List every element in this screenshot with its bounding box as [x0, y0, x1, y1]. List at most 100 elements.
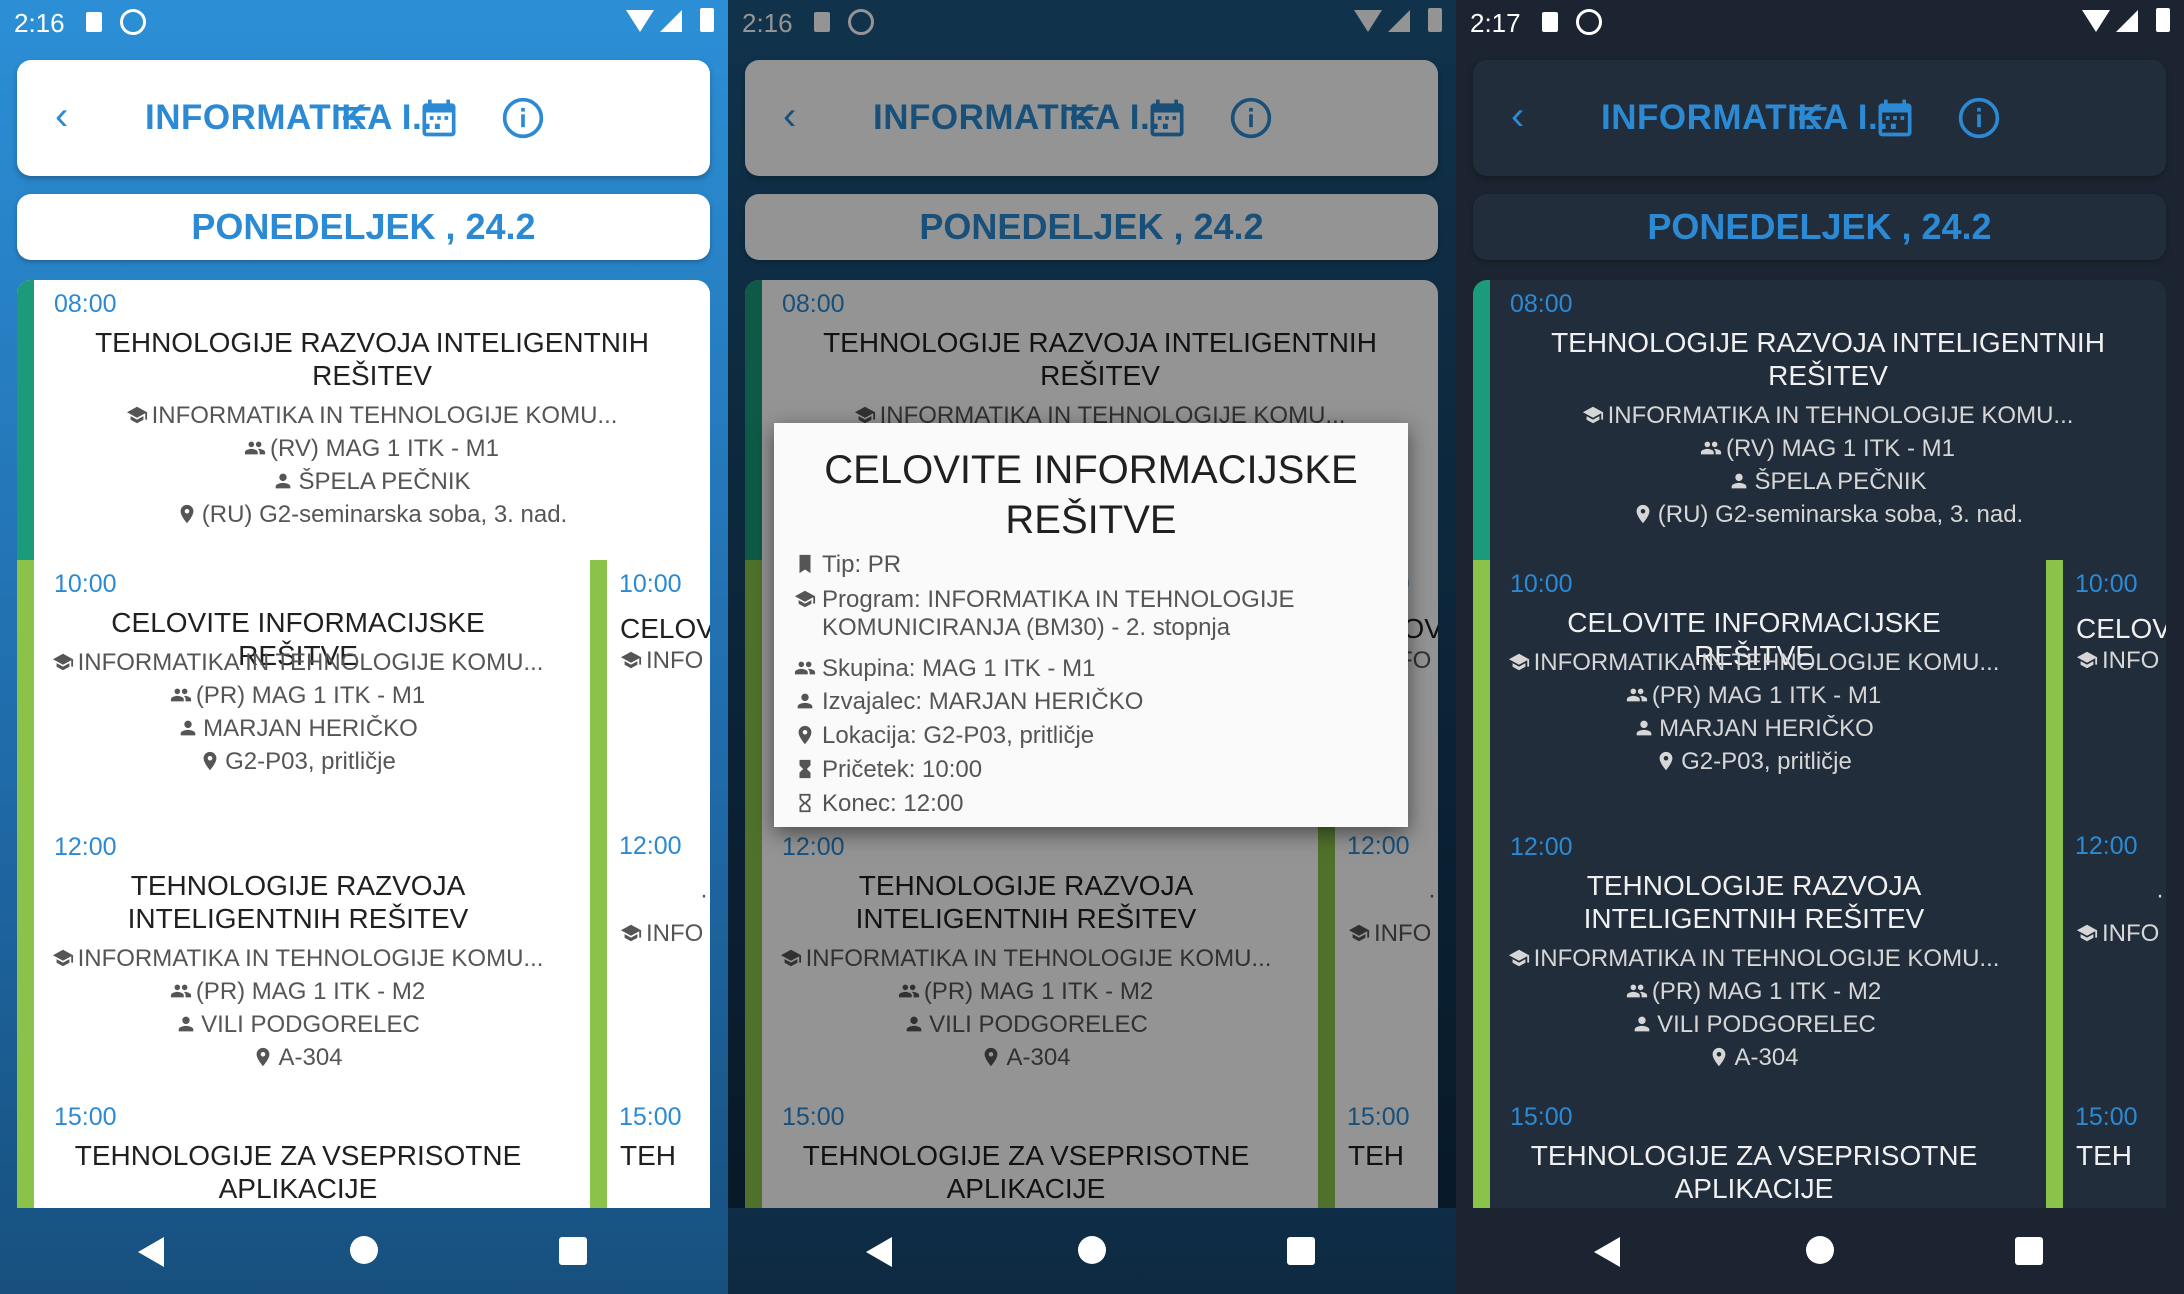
calendar-icon[interactable] — [417, 96, 461, 140]
parallel-event-text: · — [2156, 882, 2166, 910]
event-card[interactable]: 15:00 TEHNOLOGIJE ZA VSEPRISOTNE APLIKACI… — [1473, 1093, 2018, 1208]
dialog-row: Izvajalec: MARJAN HERIČKO — [794, 688, 1384, 716]
event-group: (PR) MAG 1 ITK - M1 — [1493, 682, 2014, 710]
event-time: 12:00 — [1510, 833, 1573, 861]
nav-recents-icon[interactable] — [559, 1237, 587, 1265]
filter-icon[interactable] — [1788, 96, 1832, 140]
dialog-row-text: Konec: 12:00 — [822, 790, 964, 817]
event-card[interactable]: 10:00CELOVITE INFORMACIJSKE REŠITVEINFOR… — [1473, 560, 2018, 823]
event-group-text: (PR) MAG 1 ITK - M1 — [1651, 682, 1882, 709]
graduation-cap-icon — [620, 647, 646, 674]
parallel-event-time: 15:00 — [619, 1103, 682, 1131]
nav-recents-icon[interactable] — [1287, 1237, 1315, 1265]
chevron-left-icon[interactable]: ‹ — [55, 96, 68, 136]
nav-back-icon[interactable] — [138, 1237, 164, 1267]
dialog-row: Skupina: MAG 1 ITK - M1 — [794, 655, 1384, 683]
graduation-cap-icon — [1508, 945, 1534, 972]
event-time: 10:00 — [1510, 570, 1573, 598]
event-color-bar — [1473, 1093, 1490, 1208]
event-program-text: INFORMATIKA IN TEHNOLOGIJE KOMU... — [1533, 649, 2000, 676]
parallel-event-time: 10:00 — [2075, 570, 2138, 598]
event-subject: TEHNOLOGIJE ZA VSEPRISOTNE APLIKACIJE — [1530, 1140, 1978, 1204]
dialog-row-text: Skupina: MAG 1 ITK - M1 — [822, 655, 1096, 682]
event-card[interactable]: 08:00 TEHNOLOGIJE RAZVOJA INTELIGENTNIH R… — [17, 280, 710, 560]
person-icon — [1728, 468, 1754, 495]
event-location-text: A-304 — [278, 1044, 343, 1071]
parallel-event-text: INFO — [2076, 920, 2166, 948]
info-icon[interactable] — [1957, 96, 2001, 140]
nav-home-icon[interactable] — [350, 1236, 378, 1264]
event-color-bar — [590, 560, 607, 1208]
graduation-cap-icon — [52, 945, 78, 972]
event-group: (RV) MAG 1 ITK - M1 — [37, 435, 706, 463]
event-card[interactable]: 10:00CELOVITE INFORMACIJSKE REŠITVEINFOR… — [17, 560, 562, 823]
sd-card-icon — [86, 12, 102, 32]
event-color-bar — [17, 280, 34, 560]
person-icon — [175, 1011, 201, 1038]
person-icon — [1631, 1011, 1657, 1038]
event-time: 08:00 — [1510, 290, 1573, 318]
event-card[interactable]: 15:00 TEHNOLOGIJE ZA VSEPRISOTNE APLIKACI… — [17, 1093, 562, 1208]
nav-back-icon[interactable] — [866, 1237, 892, 1267]
event-time: 15:00 — [54, 1103, 117, 1131]
day-header[interactable]: PONEDELJEK , 24.2 — [17, 194, 710, 260]
wifi-icon — [2082, 10, 2110, 32]
parallel-event-text-value: TEH — [2076, 1140, 2132, 1171]
event-location: G2-P03, pritličje — [37, 748, 558, 776]
nav-back-icon[interactable] — [1594, 1237, 1620, 1267]
event-subject: TEHNOLOGIJE RAZVOJA INTELIGENTNIH REŠITE… — [1551, 327, 2105, 391]
event-program-text: INFORMATIKA IN TEHNOLOGIJE KOMU... — [1607, 402, 2074, 429]
event-group-text: (PR) MAG 1 ITK - M2 — [1651, 978, 1882, 1005]
parallel-event-text: CELOV — [620, 612, 710, 645]
parallel-event-text: TEH — [2076, 1139, 2166, 1172]
event-color-bar — [1473, 280, 1490, 560]
chevron-left-icon[interactable]: ‹ — [1511, 96, 1524, 136]
parallel-event-text-value: INFO — [2102, 920, 2160, 947]
event-lecturer: VILI PODGORELEC — [1493, 1011, 2014, 1039]
parallel-event-column[interactable]: 10:00 12:00 15:00 CELOV INFO INFO TEH · — [590, 560, 710, 1208]
event-card[interactable]: 12:00 TEHNOLOGIJE RAZVOJA INTELIGENTNIH R… — [17, 823, 562, 1093]
event-location: A-304 — [1493, 1044, 2014, 1072]
nav-home-icon[interactable] — [1806, 1236, 1834, 1264]
parallel-event-text: TEH — [620, 1139, 710, 1172]
event-lecturer-text: VILI PODGORELEC — [1657, 1011, 1876, 1038]
location-pin-icon — [1632, 501, 1658, 528]
nav-home-icon[interactable] — [1078, 1236, 1106, 1264]
event-program-text: INFORMATIKA IN TEHNOLOGIJE KOMU... — [77, 649, 544, 676]
parallel-event-text-value: INFO — [646, 920, 704, 947]
event-card[interactable]: 08:00 TEHNOLOGIJE RAZVOJA INTELIGENTNIH R… — [1473, 280, 2166, 560]
location-pin-icon — [1708, 1044, 1734, 1071]
parallel-event-text-value: INFO — [646, 647, 704, 674]
battery-icon — [2156, 8, 2170, 32]
dialog-row: Program: INFORMATIKA IN TEHNOLOGIJE KOMU… — [794, 586, 1314, 642]
event-lecturer: VILI PODGORELEC — [37, 1011, 558, 1039]
info-icon[interactable] — [501, 96, 545, 140]
parallel-event-text: INFO — [620, 647, 710, 675]
nav-recents-icon[interactable] — [2015, 1237, 2043, 1265]
parallel-event-text: CELOV — [2076, 612, 2166, 645]
schedule-list[interactable]: 08:00 TEHNOLOGIJE RAZVOJA INTELIGENTNIH R… — [17, 280, 710, 1208]
event-program: INFORMATIKA IN TEHNOLOGIJE KOMU... — [37, 402, 706, 430]
graduation-cap-icon — [52, 649, 78, 676]
event-group: (RV) MAG 1 ITK - M1 — [1493, 435, 2162, 463]
event-card[interactable]: 12:00 TEHNOLOGIJE RAZVOJA INTELIGENTNIH R… — [1473, 823, 2018, 1093]
group-icon — [170, 978, 196, 1005]
parallel-event-text: INFO — [620, 920, 710, 948]
day-header[interactable]: PONEDELJEK , 24.2 — [1473, 194, 2166, 260]
event-location-text: G2-P03, pritličje — [225, 748, 396, 775]
dnd-icon — [120, 9, 146, 35]
graduation-cap-icon — [1582, 402, 1608, 429]
event-time: 12:00 — [54, 833, 117, 861]
filter-icon[interactable] — [332, 96, 376, 140]
calendar-icon[interactable] — [1873, 96, 1917, 140]
status-bar: 2:16 — [0, 0, 728, 46]
event-lecturer-text: MARJAN HERIČKO — [203, 715, 418, 742]
schedule-list[interactable]: 08:00 TEHNOLOGIJE RAZVOJA INTELIGENTNIH R… — [1473, 280, 2166, 1208]
event-color-bar — [17, 1093, 34, 1208]
person-icon — [177, 715, 203, 742]
event-group-text: (RV) MAG 1 ITK - M1 — [270, 435, 499, 462]
group-icon — [170, 682, 196, 709]
event-color-bar — [1473, 560, 1490, 823]
parallel-event-column[interactable]: 10:00 12:00 15:00 CELOV INFO INFO TEH · — [2046, 560, 2166, 1208]
event-program: INFORMATIKA IN TEHNOLOGIJE KOMU... — [1493, 945, 2014, 973]
